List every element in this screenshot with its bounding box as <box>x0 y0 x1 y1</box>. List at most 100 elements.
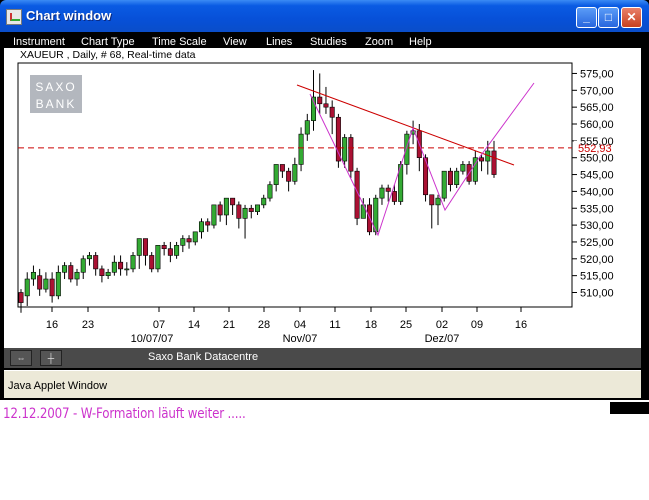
x-date-label: Nov/07 <box>283 333 318 345</box>
candle-body <box>99 268 105 276</box>
y-tick-label: 510,00 <box>580 288 614 300</box>
y-tick-label: 525,00 <box>580 237 614 249</box>
black-block <box>610 402 649 414</box>
candle-body <box>435 197 441 206</box>
y-tick-label: 570,00 <box>580 85 614 97</box>
candle-body <box>186 238 192 243</box>
x-tick-label: 23 <box>82 319 94 331</box>
candle-body <box>304 120 310 135</box>
candle-body <box>255 204 261 212</box>
candle-body <box>273 164 279 185</box>
candle-body <box>105 271 111 276</box>
x-tick-label: 21 <box>223 319 235 331</box>
x-tick-label: 28 <box>258 319 270 331</box>
y-tick-label: 575,00 <box>580 68 614 80</box>
candle-body <box>317 96 323 105</box>
candle-body <box>142 238 148 256</box>
candle-body <box>49 278 55 297</box>
candle-body <box>111 261 117 273</box>
candle-body <box>217 204 223 216</box>
candle-body <box>55 271 61 297</box>
candle-body <box>30 271 36 280</box>
candle-body <box>74 271 80 280</box>
x-tick-label: 07 <box>153 319 165 331</box>
line-tool-icon[interactable]: ┼ <box>40 350 62 366</box>
candle-body <box>205 221 211 226</box>
candle-body <box>180 238 186 246</box>
crosshair-tool-icon[interactable]: ⇔ <box>10 350 32 366</box>
candle-body <box>335 116 341 162</box>
x-tick-label: 02 <box>436 319 448 331</box>
candle-body <box>192 231 198 243</box>
candle-body <box>379 187 385 199</box>
y-tick-label: 535,00 <box>580 203 614 215</box>
candle-body <box>149 255 155 270</box>
candle-body <box>161 245 167 249</box>
saxo-bank-logo: SAXO BANK <box>30 75 82 113</box>
candle-body <box>18 292 24 303</box>
candle-body <box>174 245 180 256</box>
candle-body <box>385 187 391 192</box>
candle-body <box>298 133 304 165</box>
y-tick-label: 565,00 <box>580 102 614 114</box>
candle-body <box>124 268 130 271</box>
candle-body <box>429 194 435 206</box>
candle-body <box>167 248 173 256</box>
y-tick-label: 545,00 <box>580 170 614 182</box>
caption-text: 12.12.2007 - W-Formation läuft weiter ..… <box>3 406 246 422</box>
candle-body <box>441 170 447 199</box>
candle-body <box>286 170 292 182</box>
y-tick-label: 560,00 <box>580 119 614 131</box>
candle-body <box>479 157 485 162</box>
candle-body <box>454 170 460 185</box>
candle-body <box>37 275 43 290</box>
y-tick-label: 550,00 <box>580 153 614 165</box>
candle-body <box>230 197 236 206</box>
candle-body <box>223 197 229 216</box>
candle-body <box>86 255 92 260</box>
x-tick-label: 09 <box>471 319 483 331</box>
x-tick-label: 14 <box>188 319 200 331</box>
chart-status-bar: ⇔ ┼ Saxo Bank Datacentre <box>4 348 641 368</box>
candle-body <box>62 265 68 273</box>
applet-window-bar: Java Applet Window <box>4 370 641 398</box>
candle-body <box>198 221 204 233</box>
y-tick-label: 530,00 <box>580 220 614 232</box>
x-tick-label: 25 <box>400 319 412 331</box>
candle-body <box>43 278 49 290</box>
candle-body <box>24 278 30 297</box>
y-tick-label: 515,00 <box>580 271 614 283</box>
x-tick-label: 11 <box>329 319 340 331</box>
applet-label: Java Applet Window <box>8 380 108 392</box>
candle-body <box>342 137 348 162</box>
x-tick-label: 18 <box>365 319 377 331</box>
y-tick-label: 555,00 <box>580 136 614 148</box>
candle-body <box>155 245 161 270</box>
candle-body <box>118 261 124 270</box>
candle-body <box>292 164 298 182</box>
candle-body <box>136 238 142 256</box>
x-date-label: 10/07/07 <box>131 333 174 345</box>
candle-body <box>391 191 397 202</box>
candle-body <box>211 204 217 226</box>
candle-body <box>404 133 410 165</box>
candle-body <box>130 255 136 270</box>
price-chart[interactable]: SAXO BANK 552,93 575,00570,00565,00560,0… <box>0 0 649 400</box>
y-tick-label: 520,00 <box>580 254 614 266</box>
data-source-label: Saxo Bank Datacentre <box>148 351 259 363</box>
candle-body <box>261 197 267 206</box>
candle-body <box>491 150 497 175</box>
candle-body <box>68 265 74 280</box>
candle-body <box>447 170 453 185</box>
candle-body <box>329 106 335 118</box>
candle-body <box>236 204 242 219</box>
candle-body <box>267 184 273 199</box>
x-tick-label: 16 <box>515 319 527 331</box>
candle-body <box>348 137 354 172</box>
logo-text-bank: BANK <box>36 97 77 111</box>
candle-body <box>323 103 329 108</box>
x-tick-label: 16 <box>46 319 58 331</box>
logo-text-saxo: SAXO <box>35 80 76 94</box>
candle-body <box>80 258 86 273</box>
candle-body <box>460 164 466 172</box>
